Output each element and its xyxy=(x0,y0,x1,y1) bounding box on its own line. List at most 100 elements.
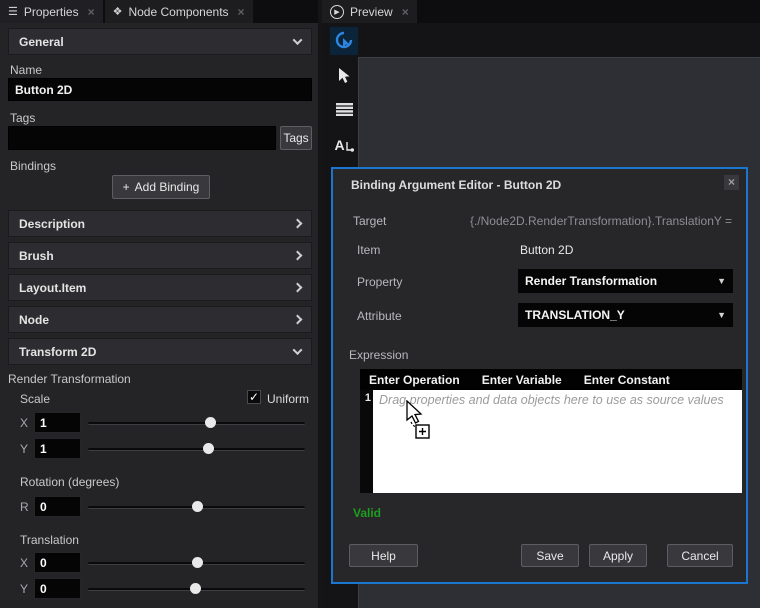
node-components-icon: ❖ xyxy=(113,5,123,18)
dropdown-arrow-icon: ▼ xyxy=(717,310,726,320)
attribute-dropdown[interactable]: TRANSLATION_Y ▼ xyxy=(518,303,733,327)
save-button[interactable]: Save xyxy=(521,544,579,567)
tab-preview-label: Preview xyxy=(350,5,393,19)
plus-icon: + xyxy=(123,180,130,194)
close-icon[interactable]: × xyxy=(88,5,95,19)
name-input[interactable] xyxy=(8,78,312,101)
tab-preview[interactable]: ▶ Preview × xyxy=(322,0,417,23)
scale-y-axis-label: Y xyxy=(20,442,28,456)
preview-tabbar: ▶ Preview × xyxy=(322,0,760,23)
expression-toolbar: Enter Operation Enter Variable Enter Con… xyxy=(360,369,742,390)
rotation-r-axis-label: R xyxy=(20,500,29,514)
node-link-icon xyxy=(346,142,354,154)
apply-button[interactable]: Apply xyxy=(589,544,647,567)
translation-y-input[interactable] xyxy=(34,578,81,599)
scale-x-slider[interactable] xyxy=(88,422,305,425)
validation-status: Valid xyxy=(353,506,381,520)
tags-button[interactable]: Tags xyxy=(280,126,312,150)
drag-cursor-icon xyxy=(403,400,437,442)
section-description[interactable]: Description xyxy=(8,210,312,237)
section-transform-2d[interactable]: Transform 2D xyxy=(8,338,312,365)
section-general-label: General xyxy=(19,35,64,49)
chevron-down-icon xyxy=(293,345,303,355)
tab-properties[interactable]: ☰ Properties × xyxy=(0,0,103,23)
close-icon[interactable]: × xyxy=(238,5,245,19)
section-description-label: Description xyxy=(19,217,85,231)
scale-x-axis-label: X xyxy=(20,416,28,430)
section-node-label: Node xyxy=(19,313,49,327)
target-label: Target xyxy=(353,214,386,228)
close-icon: × xyxy=(728,175,735,189)
add-binding-label: Add Binding xyxy=(135,180,200,194)
table-icon xyxy=(336,103,353,116)
select-tool-button[interactable] xyxy=(330,61,358,89)
translation-x-input[interactable] xyxy=(34,552,81,573)
tags-label: Tags xyxy=(10,111,35,125)
translation-y-axis-label: Y xyxy=(20,582,28,596)
section-brush-label: Brush xyxy=(19,249,54,263)
dropdown-arrow-icon: ▼ xyxy=(717,276,726,286)
attribute-dropdown-value: TRANSLATION_Y xyxy=(525,308,625,322)
rotation-r-slider[interactable] xyxy=(88,506,305,509)
uniform-label: Uniform xyxy=(267,392,309,406)
line-number: 1 xyxy=(360,390,373,493)
rotation-label: Rotation (degrees) xyxy=(20,475,119,489)
tab-properties-label: Properties xyxy=(24,5,79,19)
slider-thumb[interactable] xyxy=(205,417,216,428)
property-label: Property xyxy=(357,275,402,289)
dialog-title: Binding Argument Editor - Button 2D xyxy=(351,178,561,192)
help-button[interactable]: Help xyxy=(349,544,418,567)
dialog-close-button[interactable]: × xyxy=(724,175,739,190)
property-dropdown-value: Render Transformation xyxy=(525,274,657,288)
item-label: Item xyxy=(357,243,380,257)
cancel-button[interactable]: Cancel xyxy=(667,544,733,567)
slider-thumb[interactable] xyxy=(203,443,214,454)
translation-x-axis-label: X xyxy=(20,556,28,570)
expression-label: Expression xyxy=(349,348,408,362)
section-transform-2d-label: Transform 2D xyxy=(19,345,96,359)
bindings-label: Bindings xyxy=(10,159,56,173)
slider-thumb[interactable] xyxy=(192,501,203,512)
grid-tool-button[interactable] xyxy=(330,95,358,123)
close-icon[interactable]: × xyxy=(402,5,409,19)
scale-label: Scale xyxy=(20,392,50,406)
binding-argument-editor-dialog: Binding Argument Editor - Button 2D × Ta… xyxy=(331,167,748,584)
property-dropdown[interactable]: Render Transformation ▼ xyxy=(518,269,733,293)
render-transformation-label: Render Transformation xyxy=(8,372,131,386)
section-layout-item[interactable]: Layout.Item xyxy=(8,274,312,301)
text-analyze-tool-button[interactable]: A xyxy=(330,131,358,159)
translation-y-slider[interactable] xyxy=(88,588,305,591)
properties-panel: General Name Tags Tags Bindings + Add Bi… xyxy=(0,23,318,608)
enter-operation-button[interactable]: Enter Operation xyxy=(369,373,460,387)
enter-constant-button[interactable]: Enter Constant xyxy=(584,373,670,387)
enter-variable-button[interactable]: Enter Variable xyxy=(482,373,562,387)
list-icon: ☰ xyxy=(8,5,18,18)
target-value: {./Node2D.RenderTransformation}.Translat… xyxy=(470,214,732,228)
interact-tool-button[interactable] xyxy=(330,27,358,55)
rotation-r-input[interactable] xyxy=(34,496,81,517)
text-tool-icon: A xyxy=(334,137,344,153)
attribute-label: Attribute xyxy=(357,309,402,323)
slider-thumb[interactable] xyxy=(190,583,201,594)
section-layout-item-label: Layout.Item xyxy=(19,281,86,295)
tab-node-components-label: Node Components xyxy=(128,5,228,19)
play-icon: ▶ xyxy=(330,5,344,19)
scale-x-input[interactable] xyxy=(34,412,81,433)
translation-x-slider[interactable] xyxy=(88,562,305,565)
tab-node-components[interactable]: ❖ Node Components × xyxy=(105,0,253,23)
left-panel-tabbar: ☰ Properties × ❖ Node Components × xyxy=(0,0,318,23)
check-icon: ✓ xyxy=(249,390,259,404)
chevron-right-icon xyxy=(293,251,303,261)
slider-thumb[interactable] xyxy=(192,557,203,568)
uniform-checkbox[interactable]: ✓ xyxy=(247,390,261,404)
tags-input[interactable] xyxy=(8,126,276,150)
scale-y-slider[interactable] xyxy=(88,448,305,451)
chevron-right-icon xyxy=(293,315,303,325)
section-node[interactable]: Node xyxy=(8,306,312,333)
chevron-down-icon xyxy=(293,35,303,45)
scale-y-input[interactable] xyxy=(34,438,81,459)
cursor-arrow-icon xyxy=(337,67,352,84)
section-general[interactable]: General xyxy=(8,28,312,55)
add-binding-button[interactable]: + Add Binding xyxy=(112,175,210,199)
section-brush[interactable]: Brush xyxy=(8,242,312,269)
